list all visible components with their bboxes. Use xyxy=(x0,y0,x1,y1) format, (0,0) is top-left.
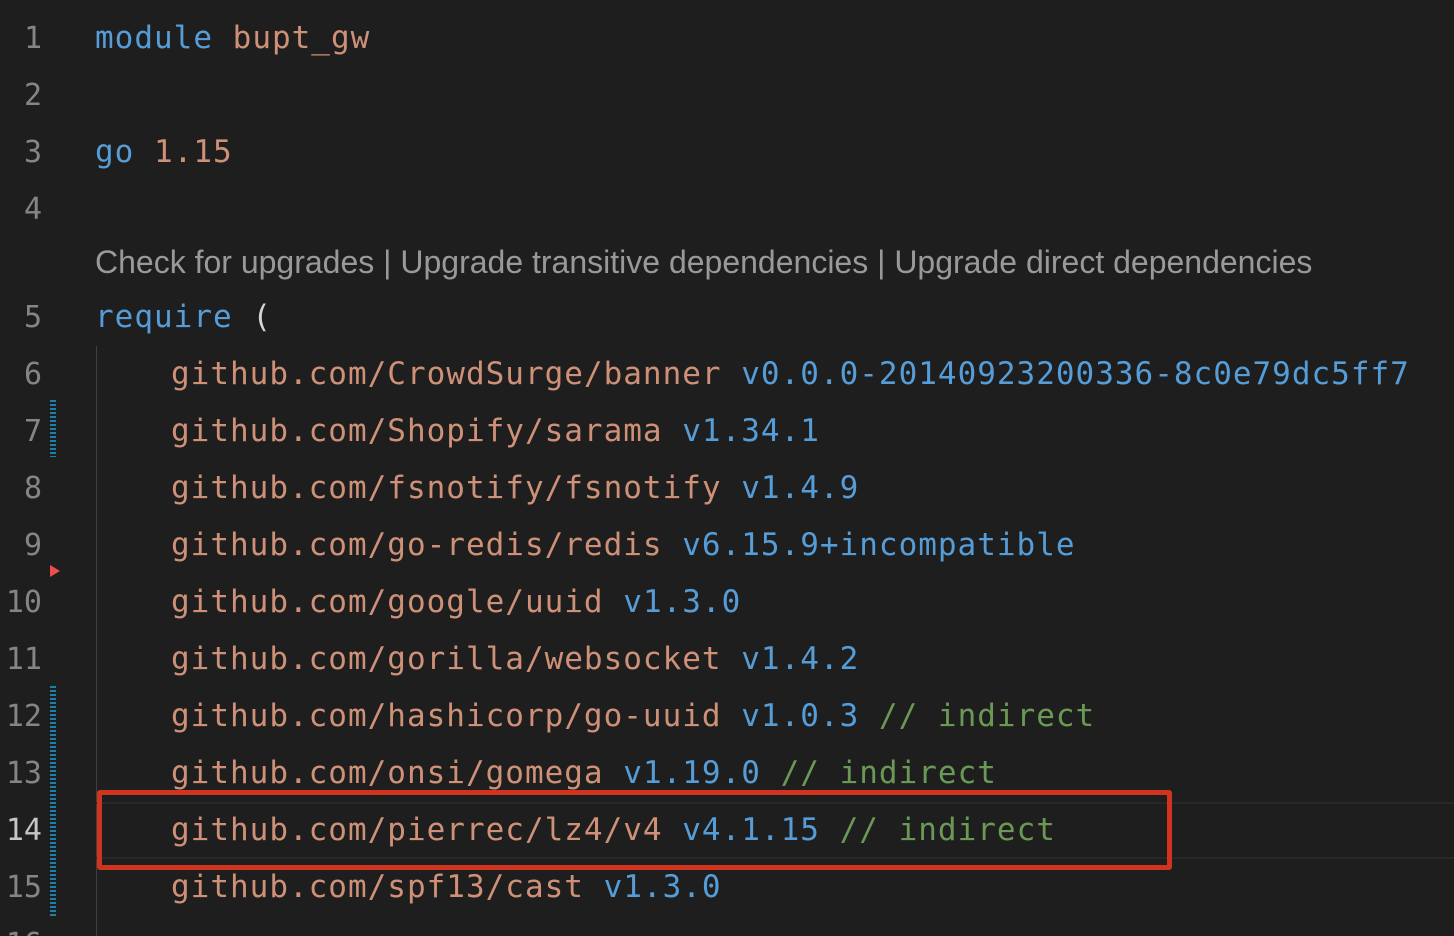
code-text: github.com/CrowdSurge/banner v0.0.0-2014… xyxy=(171,346,1410,403)
code-text: github.com/hashicorp/go-uuid v1.0.3 // i… xyxy=(171,688,1095,745)
keyword-go: go xyxy=(95,134,135,170)
module-version: v1.4.9 xyxy=(741,470,860,506)
line-number[interactable]: 14 xyxy=(0,802,42,859)
module-version: v1.4.2 xyxy=(741,641,860,677)
code-line[interactable]: 9 github.com/go-redis/redis v6.15.9+inco… xyxy=(0,517,1454,574)
highlight-annotation-box xyxy=(97,790,1172,870)
line-number[interactable]: 1 xyxy=(0,10,42,67)
keyword-module: module xyxy=(95,20,213,56)
line-number[interactable]: 10 xyxy=(0,574,42,631)
module-path: github.com/onsi/gomega xyxy=(171,755,604,791)
code-line[interactable]: 12 github.com/hashicorp/go-uuid v1.0.3 /… xyxy=(0,688,1454,745)
code-text: github.com/gorilla/websocket v1.4.2 xyxy=(171,631,859,688)
code-line[interactable]: 2 xyxy=(0,67,1454,124)
code-text: module bupt_gw xyxy=(95,10,370,67)
code-line[interactable]: 4 xyxy=(0,181,1454,238)
code-text: github.com/fsnotify/fsnotify v1.4.9 xyxy=(171,460,859,517)
line-number[interactable]: 2 xyxy=(0,67,42,124)
module-version: v1.3.0 xyxy=(623,584,742,620)
line-number[interactable]: 11 xyxy=(0,631,42,688)
line-number[interactable]: 5 xyxy=(0,289,42,346)
line-number[interactable]: 15 xyxy=(0,859,42,916)
code-line[interactable]: 11 github.com/gorilla/websocket v1.4.2 xyxy=(0,631,1454,688)
line-number[interactable]: 3 xyxy=(0,124,42,181)
module-version: v0.0.0-20140923200336-8c0e79dc5ff7 xyxy=(741,356,1410,392)
code-line[interactable]: 8 github.com/fsnotify/fsnotify v1.4.9 xyxy=(0,460,1454,517)
codelens-separator: | xyxy=(374,244,401,280)
line-number[interactable]: 7 xyxy=(0,403,42,460)
module-version: v1.19.0 xyxy=(623,755,761,791)
module-path: github.com/CrowdSurge/banner xyxy=(171,356,722,392)
line-number[interactable]: 8 xyxy=(0,460,42,517)
module-version: v1.3.0 xyxy=(603,869,722,905)
code-line[interactable]: 10 github.com/google/uuid v1.3.0 xyxy=(0,574,1454,631)
module-version: v6.15.9+incompatible xyxy=(682,527,1076,563)
code-text: github.com/Shopify/sarama v1.34.1 xyxy=(171,403,820,460)
codelens-actions: Check for upgrades | Upgrade transitive … xyxy=(95,236,1312,288)
code-line[interactable]: 5 require ( xyxy=(0,289,1454,346)
module-path: github.com/spf13/cast xyxy=(171,869,584,905)
module-path: github.com/Shopify/sarama xyxy=(171,413,663,449)
code-text: github.com/go-redis/redis v6.15.9+incomp… xyxy=(171,517,1076,574)
module-path: github.com/google/uuid xyxy=(171,584,604,620)
open-paren: ( xyxy=(252,299,272,335)
module-path: github.com/go-redis/redis xyxy=(171,527,663,563)
line-number[interactable]: 9 xyxy=(0,517,42,574)
go-version: 1.15 xyxy=(154,134,233,170)
code-text: require ( xyxy=(95,289,272,346)
line-number[interactable]: 16 xyxy=(0,916,42,936)
code-text: go 1.15 xyxy=(95,124,233,181)
module-name: bupt_gw xyxy=(232,20,371,56)
line-number[interactable]: 6 xyxy=(0,346,42,403)
keyword-require: require xyxy=(95,299,233,335)
line-number[interactable]: 13 xyxy=(0,745,42,802)
line-number[interactable]: 12 xyxy=(0,688,42,745)
code-editor[interactable]: 1 module bupt_gw 2 3 go 1.15 4 Check for… xyxy=(0,0,1454,936)
module-path: github.com/gorilla/websocket xyxy=(171,641,722,677)
indirect-comment: // indirect xyxy=(780,755,997,791)
module-version: v1.34.1 xyxy=(682,413,820,449)
module-path: github.com/hashicorp/go-uuid xyxy=(171,698,722,734)
code-line[interactable]: 6 github.com/CrowdSurge/banner v0.0.0-20… xyxy=(0,346,1454,403)
code-line[interactable]: 1 module bupt_gw xyxy=(0,10,1454,67)
codelens-separator: | xyxy=(868,244,895,280)
upgrade-transitive-link[interactable]: Upgrade transitive dependencies xyxy=(400,244,868,280)
code-line[interactable]: 7 github.com/Shopify/sarama v1.34.1 xyxy=(0,403,1454,460)
code-line[interactable]: 3 go 1.15 xyxy=(0,124,1454,181)
module-path: github.com/fsnotify/fsnotify xyxy=(171,470,722,506)
line-number[interactable]: 4 xyxy=(0,181,42,238)
check-upgrades-link[interactable]: Check for upgrades xyxy=(95,244,374,280)
code-text: github.com/google/uuid v1.3.0 xyxy=(171,574,741,631)
upgrade-direct-link[interactable]: Upgrade direct dependencies xyxy=(894,244,1312,280)
module-version: v1.0.3 xyxy=(741,698,860,734)
code-line[interactable]: 16 xyxy=(0,916,1454,936)
indirect-comment: // indirect xyxy=(878,698,1096,734)
